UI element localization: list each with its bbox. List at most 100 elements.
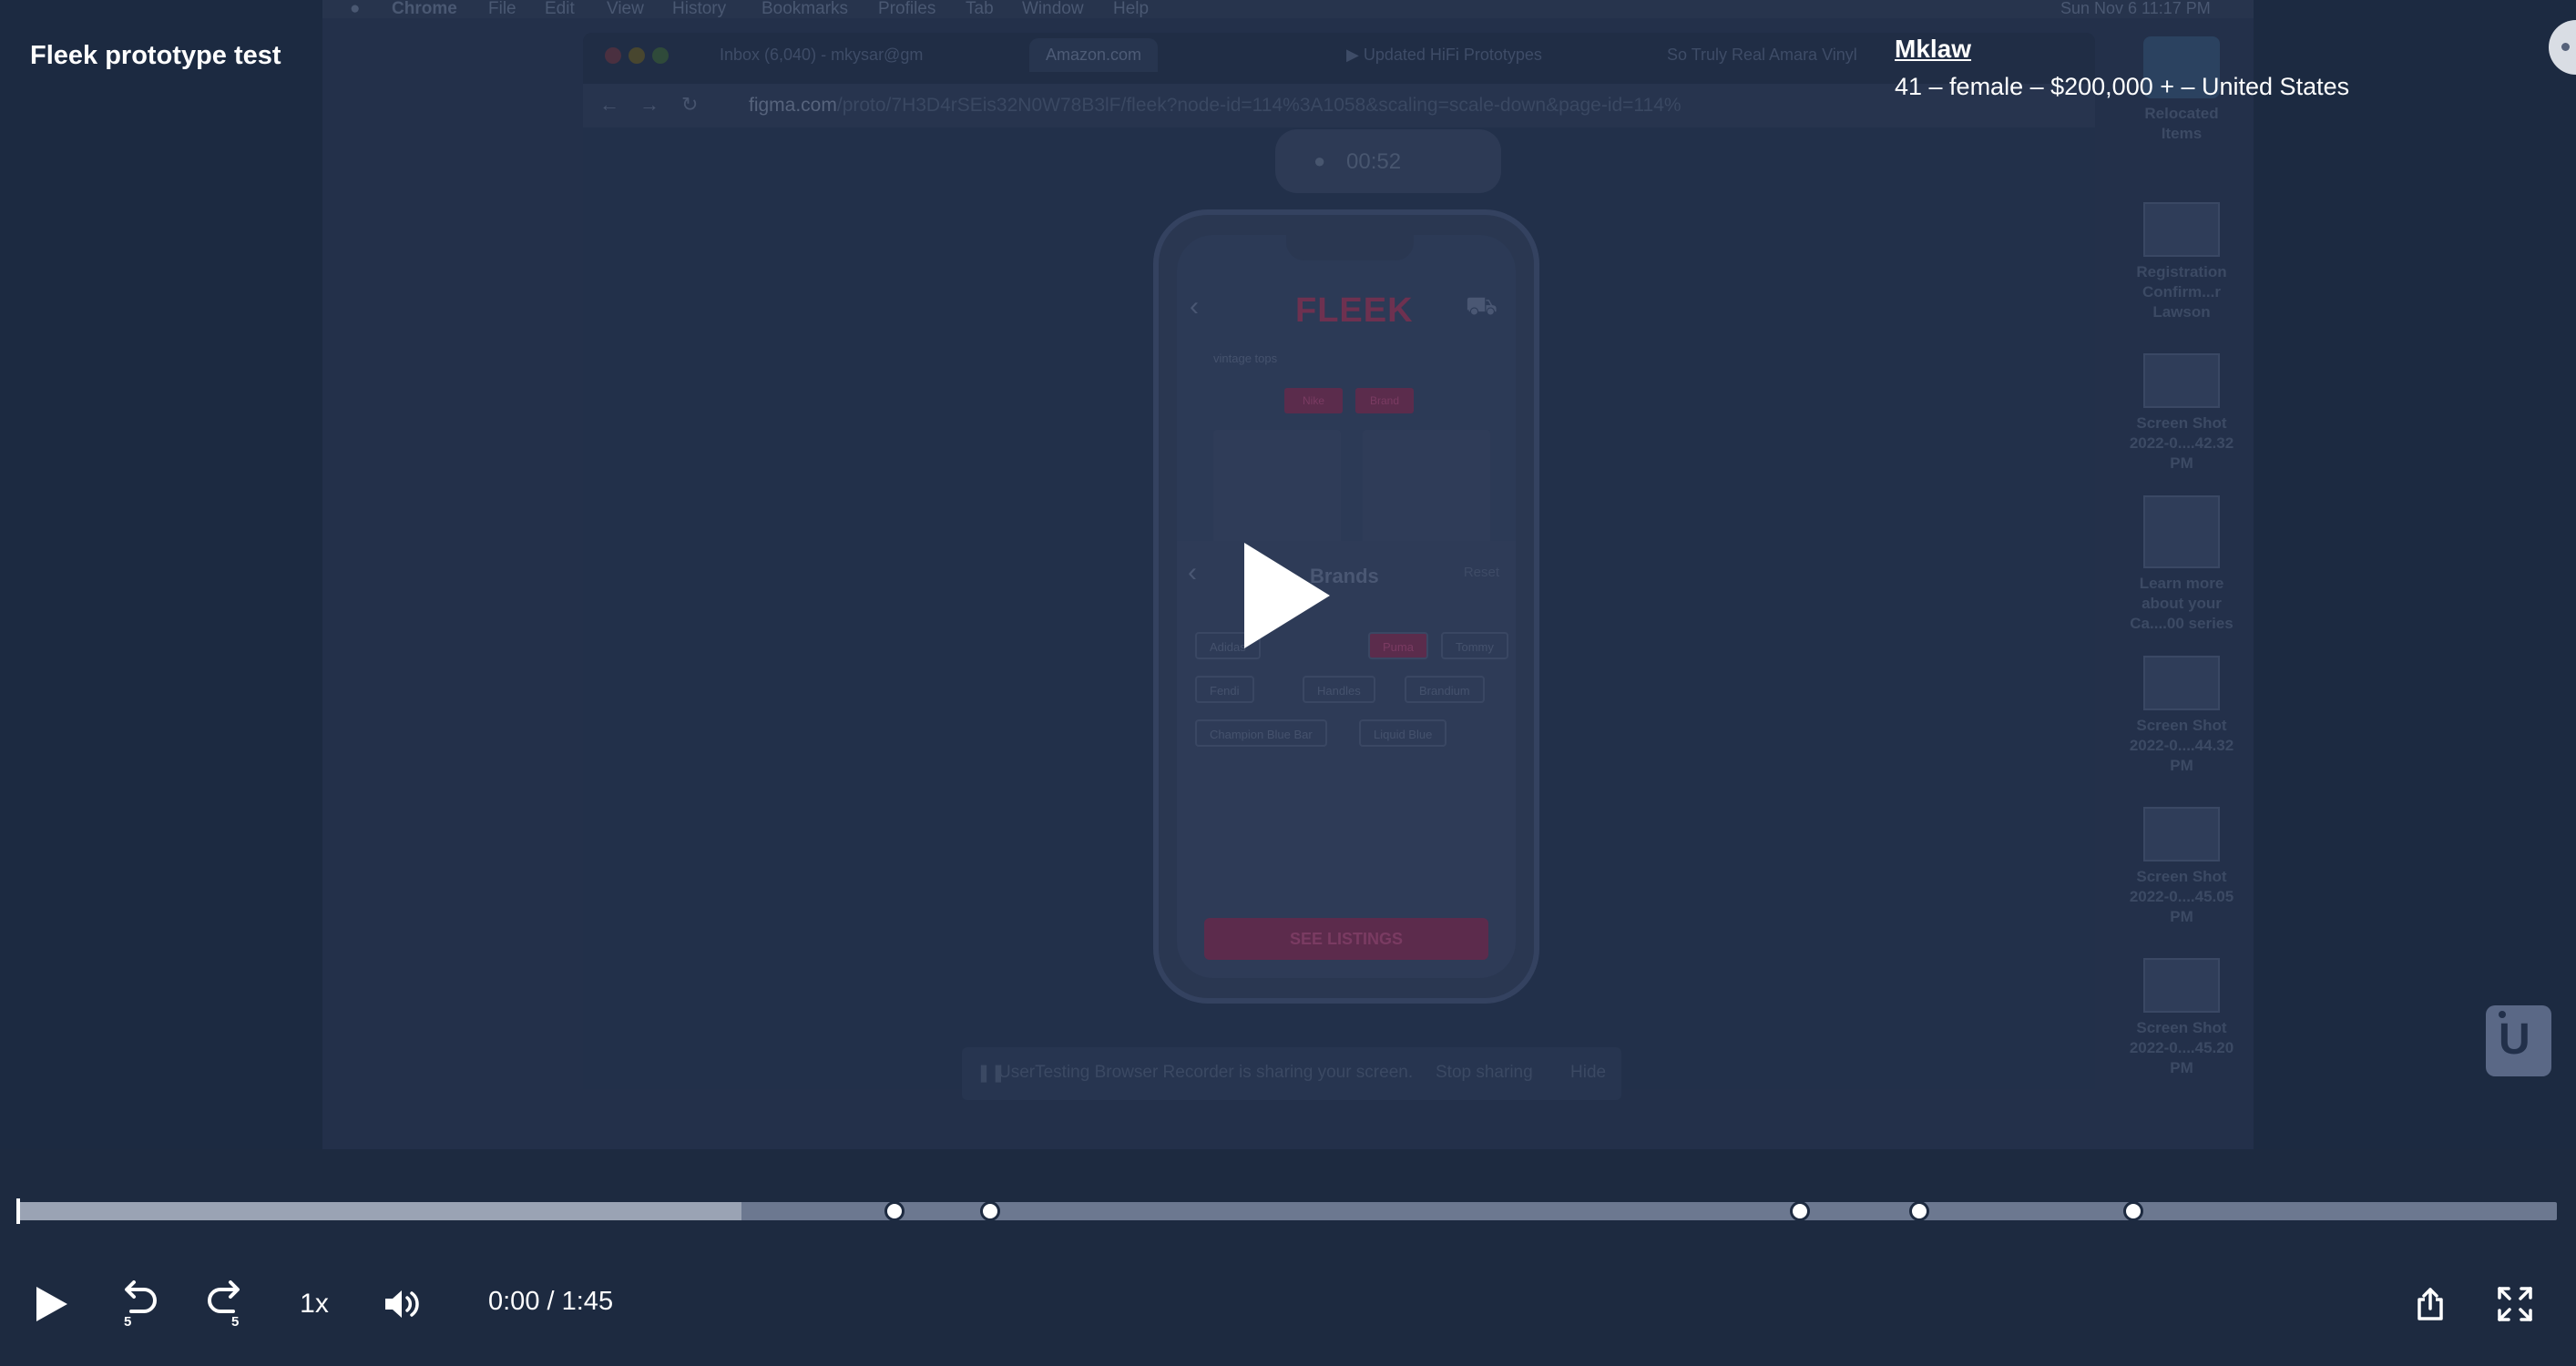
- timeline-marker[interactable]: [1790, 1201, 1811, 1221]
- browser-address-bar: ← → ↻ figma.com/proto/7H3D4rSEis32N0W78B…: [583, 84, 2095, 127]
- participant-info: Mklaw 41 – female – $200,000 + – United …: [1895, 35, 2349, 101]
- timeline-marker[interactable]: [980, 1201, 1001, 1221]
- fullscreen-button[interactable]: [2496, 1279, 2534, 1330]
- timeline-marker[interactable]: [884, 1201, 905, 1221]
- url-host: figma.com: [749, 95, 837, 116]
- document-icon: [2143, 495, 2220, 568]
- menu-history: History: [672, 0, 727, 18]
- fleek-logo: FLEEK: [1295, 291, 1414, 330]
- cart-icon: ⛟: [1465, 291, 1498, 320]
- video-progress-bar[interactable]: [16, 1198, 2557, 1224]
- menu-bookmarks: Bookmarks: [762, 0, 849, 18]
- timeline-marker[interactable]: [2122, 1201, 2143, 1221]
- brand-chip: Champion Blue Bar: [1195, 719, 1327, 747]
- back-chevron-icon: ‹: [1190, 291, 1199, 321]
- rewind-5-button[interactable]: 5: [117, 1279, 158, 1330]
- recorder-timer: 00:52: [1346, 149, 1402, 174]
- search-hint: vintage tops: [1213, 352, 1278, 365]
- brand-chip: Handles: [1303, 676, 1375, 703]
- menu-chrome: Chrome: [392, 0, 457, 18]
- menu-profiles: Profiles: [878, 0, 936, 18]
- menubar-clock: Sun Nov 6 11:17 PM: [2060, 0, 2211, 17]
- desktop-item: Screen Shot 2022-0....44.32 PM: [2122, 656, 2241, 776]
- desktop-item: Learn more about your Ca....00 series: [2122, 495, 2241, 634]
- screenshot-icon: [2143, 656, 2220, 710]
- phone-notch: [1286, 235, 1414, 260]
- filter-chip-label: Nike: [1302, 394, 1324, 407]
- browser-tabstrip: Inbox (6,040) - mkysar@gm Amazon.com ▶ U…: [583, 33, 2095, 84]
- filter-chip: Nike: [1284, 388, 1343, 413]
- brands-sheet: ‹ Brands Reset Adidas Puma Tommy Fendi H…: [1177, 541, 1516, 978]
- window-close-dot: [605, 47, 621, 64]
- brand-chip: Brandium: [1405, 676, 1485, 703]
- browser-tab-prototypes: ▶ Updated HiFi Prototypes: [1346, 46, 1542, 64]
- apple-icon: ●: [350, 0, 361, 18]
- back-arrow-icon: ←: [599, 93, 619, 116]
- total-duration: 1:45: [561, 1287, 614, 1316]
- sheet-back-icon: ‹: [1188, 557, 1197, 587]
- participant-name-link[interactable]: Mklaw: [1895, 35, 2349, 64]
- volume-icon: [385, 1290, 419, 1318]
- desktop-item: Screen Shot 2022-0....45.20 PM: [2122, 958, 2241, 1078]
- filter-chip: Brand: [1355, 388, 1414, 413]
- window-zoom-dot: [652, 47, 669, 64]
- playhead[interactable]: [16, 1198, 20, 1224]
- play-button[interactable]: [31, 1279, 71, 1330]
- browser-tab-inbox: Inbox (6,040) - mkysar@gm: [720, 46, 924, 64]
- desktop-item-label: Learn more about your Ca....00 series: [2130, 575, 2234, 632]
- menu-tab: Tab: [966, 0, 994, 18]
- desktop-item-label: Screen Shot 2022-0....42.32 PM: [2129, 414, 2234, 472]
- share-icon: [2418, 1288, 2443, 1320]
- video-title: Fleek prototype test: [30, 41, 281, 70]
- see-listings-button: SEE LISTINGS: [1204, 918, 1488, 960]
- browser-url: figma.com/proto/7H3D4rSEis32N0W78B3lF/fl…: [749, 95, 1682, 117]
- filter-chip-label: Brand: [1369, 394, 1400, 407]
- menu-help: Help: [1113, 0, 1150, 18]
- brand-chip: Tommy: [1441, 632, 1508, 659]
- rewind-seconds: 5: [124, 1314, 131, 1328]
- current-time: 0:00: [488, 1287, 540, 1316]
- reload-icon: ↻: [681, 93, 699, 116]
- share-stop: Stop sharing: [1436, 1063, 1533, 1082]
- brand-chip: Puma: [1368, 632, 1428, 659]
- menu-edit: Edit: [545, 0, 575, 18]
- phone-screen: ‹ FLEEK ⛟ vintage tops Nike Brand ‹ Bran…: [1177, 235, 1516, 978]
- usertesting-logo: U: [2486, 1005, 2551, 1076]
- participant-demographics: 41 – female – $200,000 + – United States: [1895, 73, 2350, 100]
- browser-tab-vinyl: So Truly Real Amara Vinyl: [1667, 46, 1857, 64]
- menu-view: View: [607, 0, 644, 18]
- file-icon: [2143, 202, 2220, 257]
- product-thumbnail: [1363, 430, 1490, 557]
- screenshot-icon: [2143, 807, 2220, 861]
- play-icon: [36, 1287, 67, 1321]
- desktop-item: Screen Shot 2022-0....42.32 PM: [2122, 353, 2241, 474]
- playback-speed-button[interactable]: 1x: [293, 1279, 335, 1330]
- forward-5-button[interactable]: 5: [206, 1279, 248, 1330]
- playback-time: 0:00 / 1:45: [488, 1287, 613, 1317]
- forward-seconds: 5: [231, 1314, 239, 1328]
- desktop-item-label: Screen Shot 2022-0....45.20 PM: [2129, 1019, 2234, 1076]
- desktop-item-label: Screen Shot 2022-0....45.05 PM: [2129, 868, 2234, 925]
- menu-file: File: [488, 0, 516, 18]
- desktop-item-label: Screen Shot 2022-0....44.32 PM: [2129, 717, 2234, 774]
- recorder-pill: ● 00:52: [1275, 129, 1501, 193]
- timeline-marker[interactable]: [1909, 1201, 1930, 1221]
- mac-menubar: ● Chrome File Edit View History Bookmark…: [322, 0, 2254, 18]
- center-play-button[interactable]: [1239, 539, 1334, 652]
- mac-dock: [419, 1122, 2168, 1149]
- desktop-item-label: Registration Confirm...r Lawson: [2136, 263, 2227, 321]
- share-hide: Hide: [1570, 1063, 1607, 1082]
- forward-icon: 5: [208, 1280, 240, 1328]
- volume-button[interactable]: [383, 1279, 421, 1330]
- brands-reset: Reset: [1463, 565, 1499, 580]
- screen-share-bar: ❚❚ UserTesting Browser Recorder is shari…: [962, 1047, 1621, 1100]
- desktop-item-label: Relocated Items: [2144, 105, 2219, 142]
- desktop-item: Screen Shot 2022-0....45.05 PM: [2122, 807, 2241, 927]
- browser-tab-amazon: Amazon.com: [1029, 38, 1159, 72]
- fullscreen-icon: [2498, 1287, 2532, 1321]
- brand-chip: Fendi: [1195, 676, 1254, 703]
- product-thumbnail: [1213, 430, 1341, 557]
- share-button[interactable]: [2414, 1279, 2447, 1330]
- usertesting-logo-letter: U: [2499, 1015, 2530, 1064]
- buffered-progress: [18, 1202, 742, 1220]
